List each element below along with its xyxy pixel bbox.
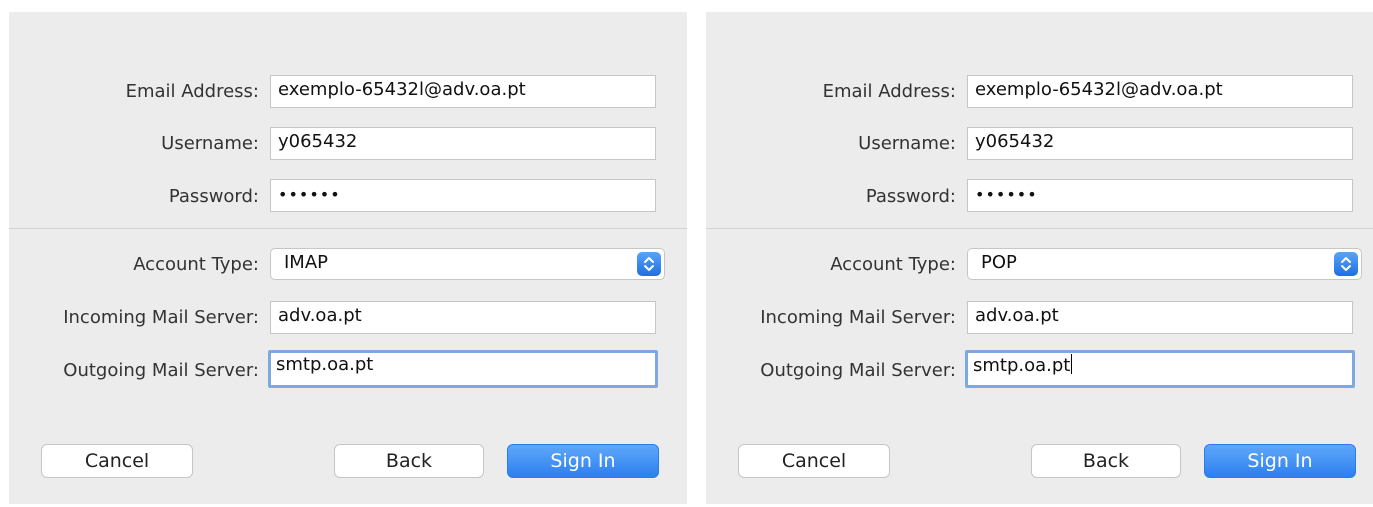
account-setup-panel-pop: Email Address: exemplo-65432l@adv.oa.pt … [706, 12, 1373, 504]
sign-in-button[interactable]: Sign In [1204, 444, 1356, 478]
text-cursor [1071, 354, 1073, 374]
cancel-button[interactable]: Cancel [41, 444, 193, 478]
password-field[interactable]: •••••• [967, 179, 1353, 212]
password-label: Password: [865, 186, 956, 207]
account-type-value: POP [981, 252, 1017, 273]
username-label: Username: [161, 133, 259, 154]
incoming-mail-server-label: Incoming Mail Server: [63, 307, 259, 328]
incoming-mail-server-field[interactable]: adv.oa.pt [967, 301, 1353, 334]
outgoing-mail-server-label: Outgoing Mail Server: [760, 360, 956, 381]
username-field[interactable]: y065432 [967, 127, 1353, 160]
chevron-up-down-icon[interactable] [1334, 252, 1358, 276]
password-field[interactable]: •••••• [270, 179, 656, 212]
sign-in-button[interactable]: Sign In [507, 444, 659, 478]
section-divider [706, 228, 1373, 229]
account-type-label: Account Type: [133, 254, 259, 275]
outgoing-mail-server-label: Outgoing Mail Server: [63, 360, 259, 381]
outgoing-mail-server-field[interactable]: smtp.oa.pt [965, 350, 1355, 388]
email-address-field[interactable]: exemplo-65432l@adv.oa.pt [270, 75, 656, 108]
email-address-field[interactable]: exemplo-65432l@adv.oa.pt [967, 75, 1353, 108]
email-address-label: Email Address: [822, 81, 956, 102]
back-button[interactable]: Back [1031, 444, 1181, 478]
password-label: Password: [168, 186, 259, 207]
chevron-up-down-icon[interactable] [637, 252, 661, 276]
account-type-select[interactable]: POP [967, 248, 1362, 280]
account-type-select[interactable]: IMAP [270, 248, 665, 280]
account-setup-panel-imap: Email Address: exemplo-65432l@adv.oa.pt … [9, 12, 687, 504]
outgoing-mail-server-field[interactable]: smtp.oa.pt [268, 350, 658, 388]
section-divider [9, 228, 687, 229]
account-type-value: IMAP [284, 252, 329, 273]
username-label: Username: [858, 133, 956, 154]
account-type-label: Account Type: [830, 254, 956, 275]
email-address-label: Email Address: [125, 81, 259, 102]
incoming-mail-server-field[interactable]: adv.oa.pt [270, 301, 656, 334]
username-field[interactable]: y065432 [270, 127, 656, 160]
outgoing-mail-server-value: smtp.oa.pt [973, 355, 1071, 376]
cancel-button[interactable]: Cancel [738, 444, 890, 478]
back-button[interactable]: Back [334, 444, 484, 478]
incoming-mail-server-label: Incoming Mail Server: [760, 307, 956, 328]
